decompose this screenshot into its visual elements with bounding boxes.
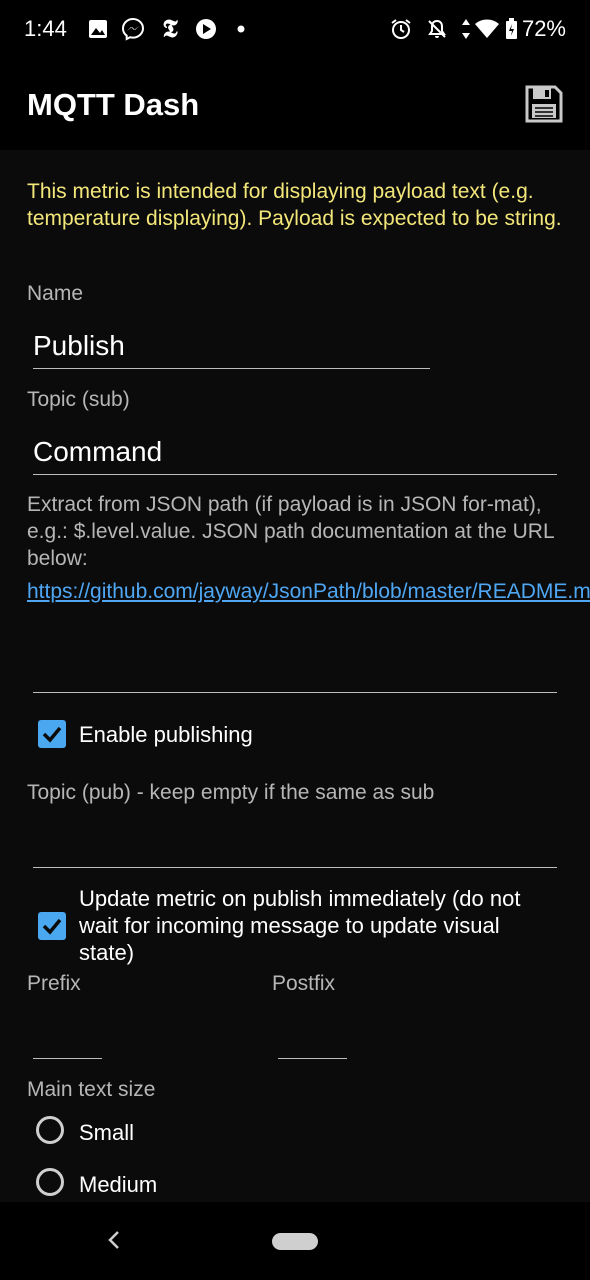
- enable-publishing-checkbox[interactable]: [38, 720, 66, 748]
- messenger-icon: [120, 16, 146, 42]
- save-icon: [525, 85, 563, 123]
- status-bar: 1:44 𝕿 72%: [0, 0, 590, 60]
- enable-publishing-label: Enable publishing: [79, 722, 253, 747]
- app-bar: MQTT Dash: [0, 60, 590, 150]
- main-text-size-label: Main text size: [27, 1078, 156, 1101]
- name-input[interactable]: Publish: [33, 330, 125, 362]
- radio-small[interactable]: [36, 1116, 64, 1144]
- topic-pub-label: Topic (pub) - keep empty if the same as …: [27, 781, 435, 804]
- topic-sub-underline: [33, 474, 557, 475]
- prefix-label: Prefix: [27, 972, 81, 995]
- json-path-doc-link[interactable]: https://github.com/jayway/JsonPath/blob/…: [27, 578, 590, 605]
- postfix-input[interactable]: [278, 1058, 347, 1059]
- radio-medium-label: Medium: [79, 1172, 158, 1197]
- notifications-off-icon: [425, 16, 449, 42]
- radio-small-label: Small: [79, 1120, 135, 1145]
- app-title: MQTT Dash: [27, 87, 200, 122]
- name-underline: [33, 368, 430, 369]
- topic-sub-input[interactable]: Command: [33, 436, 162, 468]
- topic-sub-label: Topic (sub): [27, 388, 130, 411]
- postfix-label: Postfix: [272, 972, 336, 995]
- dot-icon: [236, 16, 246, 42]
- wifi-icon: [474, 16, 500, 42]
- battery-icon: [504, 16, 518, 42]
- json-path-help: Extract from JSON path (if payload is in…: [27, 493, 554, 570]
- name-label: Name: [27, 282, 84, 305]
- metric-info-text: This metric is intended for displaying p…: [27, 180, 562, 230]
- back-chevron-icon: [108, 1231, 119, 1249]
- gallery-icon: [87, 16, 109, 42]
- nytimes-icon: 𝕿: [162, 14, 178, 43]
- home-pill-button[interactable]: [272, 1233, 318, 1250]
- update-on-publish-checkbox[interactable]: [38, 912, 66, 940]
- radio-medium[interactable]: [36, 1168, 64, 1196]
- metric-form: This metric is intended for displaying p…: [0, 150, 590, 1202]
- save-button[interactable]: [524, 84, 564, 124]
- data-arrows-icon: [459, 16, 473, 42]
- update-on-publish-label: Update metric on publish immediately (do…: [79, 886, 521, 965]
- back-button[interactable]: [104, 1228, 124, 1252]
- play-icon: [194, 16, 218, 42]
- topic-pub-input[interactable]: [33, 867, 557, 868]
- check-icon: [42, 726, 62, 743]
- alarm-icon: [389, 16, 413, 42]
- json-path-input[interactable]: [33, 692, 557, 693]
- system-nav-bar: [0, 1202, 590, 1280]
- battery-percent: 72%: [521, 16, 566, 41]
- prefix-input[interactable]: [33, 1058, 102, 1059]
- check-icon: [42, 918, 62, 935]
- status-time: 1:44: [24, 16, 67, 41]
